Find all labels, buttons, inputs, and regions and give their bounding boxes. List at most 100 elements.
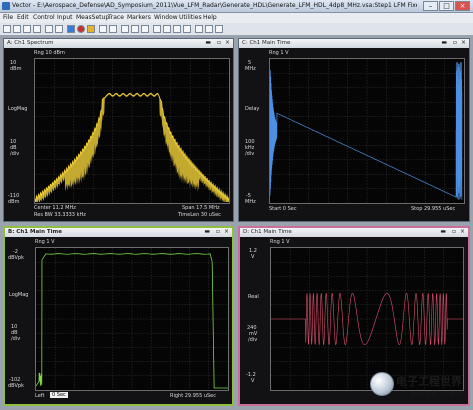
restart-icon[interactable] bbox=[109, 25, 117, 33]
menu-meassetup[interactable]: MeasSetup bbox=[76, 14, 109, 21]
panel-maximize-icon[interactable]: ▫ bbox=[453, 40, 457, 46]
menu-window[interactable]: Window bbox=[154, 14, 178, 21]
panel-a-title: A: Ch1 Spectrum bbox=[7, 40, 54, 46]
bottom-unit: MHz bbox=[245, 199, 256, 205]
scale-div: /div bbox=[11, 336, 20, 342]
marker-peak-icon[interactable] bbox=[153, 25, 161, 33]
menu-help[interactable]: Help bbox=[203, 14, 217, 21]
scale-type: Real bbox=[248, 294, 259, 300]
title-bar: Vector - E:\Aerospace_Defense\AD_Symposi… bbox=[0, 0, 473, 13]
start-time: Start 0 Sec bbox=[269, 206, 297, 212]
panel-minimize-icon[interactable]: ▬ bbox=[441, 40, 447, 46]
zoom-icon[interactable] bbox=[131, 25, 139, 33]
real-time-plot[interactable] bbox=[270, 247, 464, 391]
scale-type: LogMag bbox=[9, 292, 28, 298]
panel-minimize-icon[interactable]: ▬ bbox=[440, 229, 446, 235]
top-unit: dBVpk bbox=[8, 255, 24, 261]
scale-div: /div bbox=[245, 151, 254, 157]
menu-input[interactable]: Input bbox=[57, 14, 73, 21]
scale-type: Delay bbox=[245, 106, 259, 112]
panel-b-logmag-time[interactable]: B: Ch1 Main Time ▬ ▫ × Rng 1 V -2 dBVpk … bbox=[3, 226, 234, 406]
toolbar bbox=[0, 23, 473, 36]
plot-grid bbox=[36, 248, 228, 390]
panel-c-tab[interactable]: C: Ch1 Main Time ▬ ▫ × bbox=[239, 39, 469, 48]
scale-div: /div bbox=[248, 337, 257, 343]
panel-c-delay[interactable]: C: Ch1 Main Time ▬ ▫ × Rng 1 V 5 MHz Del… bbox=[238, 38, 470, 222]
span-frequency: Span 17.5 MHz bbox=[182, 205, 220, 211]
top-unit: dBm bbox=[10, 66, 21, 72]
scale-type: LogMag bbox=[8, 106, 27, 112]
stop-time: Stop 29.955 uSec bbox=[411, 206, 455, 212]
delay-plot[interactable] bbox=[269, 58, 465, 204]
plot-grid bbox=[270, 59, 464, 203]
open-icon[interactable] bbox=[13, 25, 21, 33]
marker-next-icon[interactable] bbox=[163, 25, 171, 33]
panel-b-tab[interactable]: B: Ch1 Main Time ▬ ▫ × bbox=[5, 228, 232, 237]
maximize-icon[interactable]: □ bbox=[439, 1, 454, 11]
resolution-bandwidth: Res BW 33.3333 kHz bbox=[34, 212, 86, 218]
panel-a-spectrum[interactable]: A: Ch1 Spectrum ▬ ▫ × Rng 10 dBm 10 dBm … bbox=[3, 38, 234, 222]
play-icon[interactable] bbox=[67, 25, 75, 33]
panel-close-icon[interactable]: × bbox=[461, 40, 466, 46]
pan-icon[interactable] bbox=[141, 25, 149, 33]
bottom-unit: dBVpk bbox=[8, 383, 24, 389]
panel-minimize-icon[interactable]: ▬ bbox=[204, 229, 210, 235]
plot-grid bbox=[35, 59, 229, 203]
range-label: Rng 1 V bbox=[270, 239, 290, 245]
input-icon[interactable] bbox=[205, 25, 213, 33]
logmag-time-plot[interactable] bbox=[35, 247, 229, 391]
right-time-label: Right 29.955 uSec bbox=[170, 393, 216, 399]
watermark-logo bbox=[370, 372, 394, 396]
logmag-trace bbox=[36, 254, 228, 388]
panel-maximize-icon[interactable]: ▫ bbox=[452, 229, 456, 235]
menu-utilities[interactable]: Utilities bbox=[179, 14, 202, 21]
print-icon[interactable] bbox=[33, 25, 41, 33]
watermark-title: 电子工程世界 bbox=[396, 373, 462, 389]
panel-close-icon[interactable]: × bbox=[224, 229, 229, 235]
panel-close-icon[interactable]: × bbox=[460, 229, 465, 235]
autoscale-icon[interactable] bbox=[121, 25, 129, 33]
stop-icon[interactable] bbox=[77, 25, 85, 33]
range-label: Rng 1 V bbox=[269, 50, 289, 56]
close-icon[interactable]: × bbox=[455, 1, 470, 11]
new-icon[interactable] bbox=[3, 25, 11, 33]
menu-trace[interactable]: Trace bbox=[108, 14, 124, 21]
window-title: Vector - E:\Aerospace_Defense\AD_Symposi… bbox=[12, 2, 417, 9]
menu-control[interactable]: Control bbox=[33, 14, 55, 21]
watermark-url: eeworld.com.cn bbox=[410, 390, 466, 398]
left-time-label: Left bbox=[35, 393, 44, 399]
marker-left-icon[interactable] bbox=[173, 25, 181, 33]
panel-d-tab[interactable]: D: Ch1 Main Time ▬ ▫ × bbox=[240, 228, 468, 237]
menu-edit[interactable]: Edit bbox=[17, 14, 29, 21]
layout-icon[interactable] bbox=[45, 25, 53, 33]
single-icon[interactable] bbox=[99, 25, 107, 33]
panel-b-title: B: Ch1 Main Time bbox=[8, 229, 62, 235]
spectrum-plot[interactable] bbox=[34, 58, 230, 204]
panel-minimize-icon[interactable]: ▬ bbox=[205, 40, 211, 46]
bottom-unit: V bbox=[251, 378, 254, 384]
menu-bar: File Edit Control Input MeasSetup Trace … bbox=[0, 13, 473, 23]
trace-icon[interactable] bbox=[195, 25, 203, 33]
top-unit: MHz bbox=[245, 66, 256, 72]
markers-icon[interactable] bbox=[55, 25, 63, 33]
range-label: Rng 1 V bbox=[35, 239, 55, 245]
center-frequency: Center 11.2 MHz bbox=[34, 205, 76, 211]
time-length: TimeLen 30 uSec bbox=[178, 212, 221, 218]
panel-maximize-icon[interactable]: ▫ bbox=[216, 229, 220, 235]
panel-maximize-icon[interactable]: ▫ bbox=[217, 40, 221, 46]
left-time-input[interactable]: 0 Sec bbox=[50, 392, 68, 398]
scale-div: /div bbox=[10, 151, 19, 157]
marker-right-icon[interactable] bbox=[183, 25, 191, 33]
menu-markers[interactable]: Markers bbox=[127, 14, 151, 21]
panel-a-tab[interactable]: A: Ch1 Spectrum ▬ ▫ × bbox=[4, 39, 233, 48]
app-icon bbox=[2, 2, 10, 10]
help-icon[interactable] bbox=[215, 25, 223, 33]
panel-d-title: D: Ch1 Main Time bbox=[243, 229, 292, 235]
menu-file[interactable]: File bbox=[3, 14, 13, 21]
save-icon[interactable] bbox=[23, 25, 31, 33]
range-label: Rng 10 dBm bbox=[34, 50, 65, 56]
minimize-icon[interactable]: – bbox=[423, 1, 438, 11]
bottom-unit: dBm bbox=[8, 199, 19, 205]
panel-close-icon[interactable]: × bbox=[225, 40, 230, 46]
pause-icon[interactable] bbox=[87, 25, 95, 33]
